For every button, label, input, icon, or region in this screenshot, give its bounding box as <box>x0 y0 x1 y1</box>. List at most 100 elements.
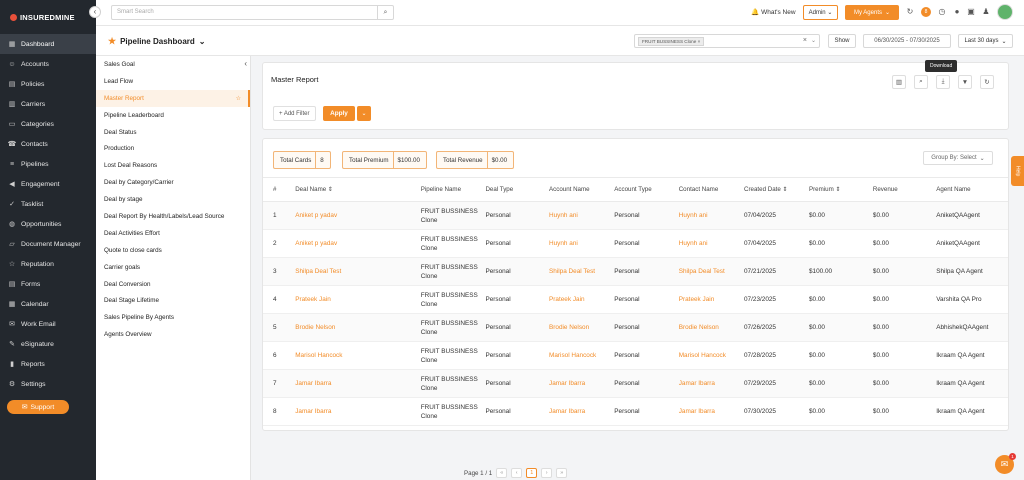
report-item[interactable]: Lost Deal Reasons <box>96 157 250 174</box>
report-item[interactable]: Deal Activities Effort <box>96 225 250 242</box>
report-item[interactable]: Pipeline Leaderboard <box>96 107 250 124</box>
table-cell[interactable]: Marisol Hancock <box>295 341 421 370</box>
table-cell[interactable]: Prateek Jain <box>549 285 615 314</box>
sidebar-collapse-icon[interactable]: ‹ <box>89 6 101 18</box>
table-cell[interactable]: Jamar Ibarra <box>678 397 744 426</box>
whats-new-link[interactable]: 🔔 What's New <box>751 8 796 17</box>
clock-icon[interactable]: ◷ <box>937 7 947 17</box>
star-icon[interactable]: ★ <box>108 36 116 47</box>
report-item[interactable]: Production <box>96 140 250 157</box>
avatar[interactable] <box>997 4 1013 20</box>
chat-icon[interactable]: ✉ 1 <box>995 453 1016 474</box>
person-icon[interactable]: ♟ <box>981 7 991 17</box>
support-button[interactable]: ✉ Support <box>7 400 69 414</box>
table-cell[interactable]: Jamar Ibarra <box>678 369 744 398</box>
sidebar-item-carriers[interactable]: ▥ Carriers <box>0 94 96 114</box>
column-header[interactable]: Deal Name ⇕ <box>295 177 421 202</box>
columns-icon[interactable]: ▥ <box>892 75 906 89</box>
table-cell[interactable]: Huynh ani <box>549 201 615 230</box>
notification-badge[interactable]: 8 <box>921 7 931 17</box>
pipeline-filter-select[interactable]: FRUIT BUSSINESS Clone × × ⌄ <box>634 34 820 48</box>
prev-page-icon[interactable]: ‹ <box>511 468 523 478</box>
show-button[interactable]: Show <box>828 34 856 48</box>
report-item[interactable]: Master Report ☆ <box>96 89 250 107</box>
sidebar-item-calendar[interactable]: ▦ Calendar <box>0 294 96 314</box>
report-item[interactable]: Deal Conversion <box>96 276 250 293</box>
sidebar-item-opportunities[interactable]: ◍ Opportunities <box>0 214 96 234</box>
chip-remove-icon[interactable]: × <box>698 39 701 44</box>
table-cell[interactable]: Brodie Nelson <box>295 313 421 342</box>
table-cell[interactable]: Brodie Nelson <box>678 313 744 342</box>
sidebar-item-tasklist[interactable]: ✓ Tasklist <box>0 194 96 214</box>
table-cell[interactable]: Jamar Ibarra <box>295 397 421 426</box>
table-cell[interactable]: Marisol Hancock <box>549 341 615 370</box>
report-item[interactable]: Deal by Category/Carrier <box>96 174 250 191</box>
sidebar-item-accounts[interactable]: ☺ Accounts <box>0 54 96 74</box>
search-icon[interactable]: ⌕ <box>377 5 393 20</box>
column-header[interactable]: Premium ⇕ <box>808 177 873 202</box>
report-item[interactable]: Agents Overview <box>96 326 250 343</box>
apply-button[interactable]: Apply <box>323 106 355 121</box>
table-cell[interactable]: Brodie Nelson <box>549 313 615 342</box>
admin-dropdown[interactable]: Admin ⌄ <box>803 5 838 20</box>
sidebar-item-engagement[interactable]: ◀ Engagement <box>0 174 96 194</box>
report-item[interactable]: Lead Flow <box>96 73 250 90</box>
table-cell[interactable]: Huynh ani <box>678 229 744 258</box>
clear-icon[interactable]: × <box>803 37 807 44</box>
star-outline-icon[interactable]: ☆ <box>236 95 241 102</box>
apply-dropdown-icon[interactable]: ⌄ <box>357 106 371 121</box>
range-select[interactable]: Last 30 days ⌄ <box>958 34 1013 48</box>
logo[interactable]: INSUREDMINE <box>0 0 96 34</box>
sidebar-item-contacts[interactable]: ☎ Contacts <box>0 134 96 154</box>
next-page-icon[interactable]: › <box>541 468 553 478</box>
page-number[interactable]: 1 <box>526 468 538 478</box>
sidebar-item-settings[interactable]: ⚙ Settings <box>0 374 96 394</box>
sidebar-item-dashboard[interactable]: ▦ Dashboard <box>0 34 96 54</box>
first-page-icon[interactable]: « <box>496 468 508 478</box>
sidebar-item-reports[interactable]: ▮ Reports <box>0 354 96 374</box>
date-range-input[interactable]: 06/30/2025 - 07/30/2025 <box>863 34 951 48</box>
table-cell[interactable]: Shilpa Deal Test <box>295 257 421 286</box>
filter-icon[interactable]: ▼ <box>958 75 972 89</box>
sidebar-item-work-email[interactable]: ✉ Work Email <box>0 314 96 334</box>
sidebar-item-document-manager[interactable]: ▱ Document Manager <box>0 234 96 254</box>
table-cell[interactable]: Jamar Ibarra <box>295 369 421 398</box>
report-item[interactable]: Sales Goal <box>96 56 250 73</box>
table-cell[interactable]: Marisol Hancock <box>678 341 744 370</box>
last-page-icon[interactable]: » <box>556 468 568 478</box>
report-item[interactable]: Deal Stage Lifetime <box>96 292 250 309</box>
my-agents-button[interactable]: My Agents ⌄ <box>845 5 899 20</box>
table-cell[interactable]: Huynh ani <box>549 229 615 258</box>
search-input[interactable]: Smart Search ⌕ <box>111 5 394 20</box>
report-item[interactable]: Deal by stage <box>96 191 250 208</box>
chip-icon[interactable]: ▣ <box>966 7 976 17</box>
page-title[interactable]: ★ Pipeline Dashboard ⌄ <box>108 36 205 47</box>
table-cell[interactable]: Aniket p yadav <box>295 229 421 258</box>
sidebar-item-esignature[interactable]: ✎ eSignature <box>0 334 96 354</box>
refresh-icon[interactable]: ↻ <box>980 75 994 89</box>
sidebar-item-policies[interactable]: ▤ Policies <box>0 74 96 94</box>
table-cell[interactable]: Jamar Ibarra <box>549 397 615 426</box>
chevron-down-icon[interactable]: ⌄ <box>811 37 816 44</box>
search-icon[interactable]: ⌕ <box>914 75 928 89</box>
sidebar-item-categories[interactable]: ▭ Categories <box>0 114 96 134</box>
group-by-select[interactable]: Group By: Select ⌄ <box>923 151 993 165</box>
table-cell[interactable]: Huynh ani <box>678 201 744 230</box>
sidebar-item-forms[interactable]: ▤ Forms <box>0 274 96 294</box>
report-item[interactable]: Sales Pipeline By Agents <box>96 309 250 326</box>
table-cell[interactable]: Shilpa Deal Test <box>549 257 615 286</box>
help-tab[interactable]: Help <box>1011 156 1024 186</box>
download-icon[interactable]: ⤓ <box>936 75 950 89</box>
add-filter-button[interactable]: + Add Filter <box>273 106 316 121</box>
report-item[interactable]: Quote to close cards <box>96 242 250 259</box>
table-cell[interactable]: Shilpa Deal Test <box>678 257 744 286</box>
sidebar-item-pipelines[interactable]: ≡ Pipelines <box>0 154 96 174</box>
table-cell[interactable]: Prateek Jain <box>678 285 744 314</box>
refresh-icon[interactable]: ↻ <box>905 7 915 17</box>
sidebar-item-reputation[interactable]: ☆ Reputation <box>0 254 96 274</box>
report-item[interactable]: Deal Status <box>96 124 250 141</box>
table-cell[interactable]: Prateek Jain <box>295 285 421 314</box>
table-cell[interactable]: Jamar Ibarra <box>549 369 615 398</box>
report-item[interactable]: Carrier goals <box>96 259 250 276</box>
report-item[interactable]: Deal Report By Health/Labels/Lead Source <box>96 208 250 225</box>
